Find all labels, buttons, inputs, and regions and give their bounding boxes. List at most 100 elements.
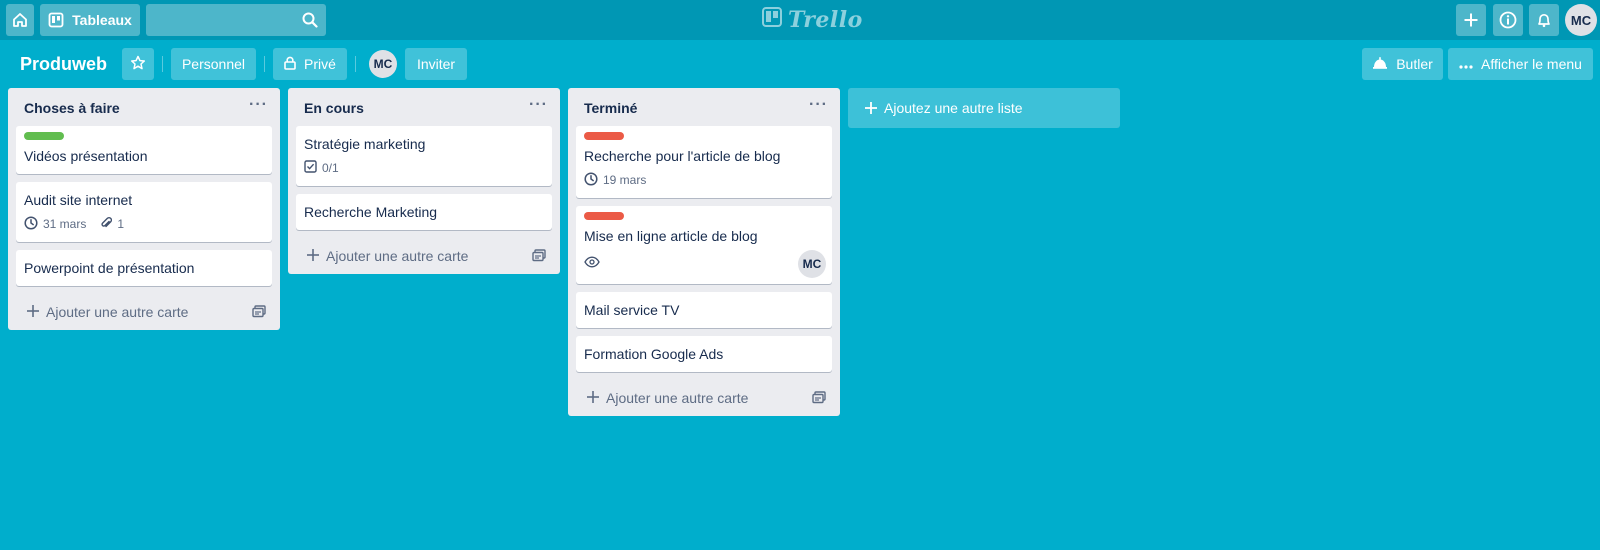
list-en-cours: En cours ··· Stratégie marketing 0/1 Rec… xyxy=(288,88,560,274)
card-strategie-marketing[interactable]: Stratégie marketing 0/1 xyxy=(296,126,552,186)
due-date-badge[interactable]: 31 mars xyxy=(24,215,87,233)
star-icon xyxy=(130,55,146,74)
butler-button[interactable]: Butler xyxy=(1362,48,1443,80)
home-icon xyxy=(12,12,28,28)
due-date-badge[interactable]: 19 mars xyxy=(584,171,647,189)
list-menu-icon[interactable]: ··· xyxy=(249,96,268,114)
card-powerpoint[interactable]: Powerpoint de présentation xyxy=(16,250,272,286)
search-input[interactable] xyxy=(146,4,326,36)
search-box[interactable] xyxy=(146,4,326,36)
list-choses-a-faire: Choses à faire ··· Vidéos présentation A… xyxy=(8,88,280,330)
add-card-label: Ajouter une autre carte xyxy=(46,304,189,320)
more-icon xyxy=(1459,56,1473,72)
board-member-avatar[interactable]: MC xyxy=(369,50,397,78)
visibility-label: Privé xyxy=(304,56,336,72)
card-title: Vidéos présentation xyxy=(24,148,148,164)
star-button[interactable] xyxy=(122,48,154,80)
card-title: Stratégie marketing xyxy=(304,136,426,152)
card-label-green[interactable] xyxy=(24,132,64,140)
bell-icon xyxy=(1536,12,1552,28)
eye-icon xyxy=(584,256,600,271)
card-title: Mail service TV xyxy=(584,302,680,318)
list-header[interactable]: Terminé ··· xyxy=(568,88,840,126)
add-card-label: Ajouter une autre carte xyxy=(326,248,469,264)
butler-label: Butler xyxy=(1396,56,1433,72)
card-template-icon[interactable] xyxy=(812,391,826,407)
add-list-button[interactable]: Ajoutez une autre liste xyxy=(848,88,1120,128)
create-button[interactable] xyxy=(1456,4,1486,36)
card-recherche-article-blog[interactable]: Recherche pour l'article de blog 19 mars xyxy=(576,126,832,198)
card-label-red[interactable] xyxy=(584,212,624,220)
card-template-icon[interactable] xyxy=(252,305,266,321)
card-title: Audit site internet xyxy=(24,192,133,208)
card-title: Powerpoint de présentation xyxy=(24,260,195,276)
list-title[interactable]: Terminé xyxy=(584,100,637,116)
plus-icon xyxy=(1463,12,1479,28)
watching-badge xyxy=(584,256,600,271)
plus-icon xyxy=(586,390,600,407)
show-menu-button[interactable]: Afficher le menu xyxy=(1448,48,1593,80)
card-title: Formation Google Ads xyxy=(584,346,724,362)
checklist-count: 0/1 xyxy=(322,161,339,175)
show-menu-label: Afficher le menu xyxy=(1481,56,1582,72)
search-icon xyxy=(302,12,318,31)
board-title[interactable]: Produweb xyxy=(20,52,107,76)
top-header: Tableaux Trello MC xyxy=(0,0,1600,40)
list-menu-icon[interactable]: ··· xyxy=(809,96,828,114)
due-date: 31 mars xyxy=(43,217,87,231)
checkbox-icon xyxy=(304,160,317,176)
trello-logo-icon xyxy=(762,7,782,33)
list-title[interactable]: Choses à faire xyxy=(24,100,120,116)
card-mise-en-ligne-article[interactable]: Mise en ligne article de blog MC xyxy=(576,206,832,284)
checklist-badge: 0/1 xyxy=(304,160,339,176)
card-formation-google-ads[interactable]: Formation Google Ads xyxy=(576,336,832,372)
card-title: Recherche pour l'article de blog xyxy=(584,148,781,164)
card-title: Mise en ligne article de blog xyxy=(584,228,758,244)
header-divider xyxy=(264,56,265,72)
visibility-button[interactable]: Privé xyxy=(273,48,347,80)
info-button[interactable] xyxy=(1493,4,1523,36)
card-audit-site-internet[interactable]: Audit site internet 31 mars 1 xyxy=(16,182,272,242)
butler-icon xyxy=(1372,56,1388,73)
add-list-label: Ajoutez une autre liste xyxy=(884,100,1023,116)
list-termine: Terminé ··· Recherche pour l'article de … xyxy=(568,88,840,416)
user-avatar[interactable]: MC xyxy=(1565,4,1597,36)
card-template-icon[interactable] xyxy=(532,249,546,265)
home-button[interactable] xyxy=(6,4,34,36)
clock-icon xyxy=(24,215,38,233)
team-button[interactable]: Personnel xyxy=(171,48,256,80)
clock-icon xyxy=(584,171,598,189)
add-card-label: Ajouter une autre carte xyxy=(606,390,749,406)
card-mail-service-tv[interactable]: Mail service TV xyxy=(576,292,832,328)
boards-button[interactable]: Tableaux xyxy=(40,4,140,36)
plus-icon xyxy=(306,248,320,265)
card-recherche-marketing[interactable]: Recherche Marketing xyxy=(296,194,552,230)
card-title: Recherche Marketing xyxy=(304,204,438,220)
boards-label: Tableaux xyxy=(72,12,132,28)
add-card-button[interactable]: Ajouter une autre carte xyxy=(288,238,560,274)
notifications-button[interactable] xyxy=(1529,4,1559,36)
info-icon xyxy=(1499,11,1517,29)
plus-icon xyxy=(864,101,878,118)
list-header[interactable]: En cours ··· xyxy=(288,88,560,126)
add-card-button[interactable]: Ajouter une autre carte xyxy=(568,380,840,416)
add-card-button[interactable]: Ajouter une autre carte xyxy=(8,294,280,330)
plus-icon xyxy=(26,304,40,321)
attachments-count: 1 xyxy=(117,217,125,231)
list-header[interactable]: Choses à faire ··· xyxy=(8,88,280,126)
trello-logo-text: Trello xyxy=(788,7,863,33)
boards-icon xyxy=(48,12,64,28)
header-divider xyxy=(355,56,356,72)
paperclip-icon xyxy=(100,216,113,233)
card-videos-presentation[interactable]: Vidéos présentation xyxy=(16,126,272,174)
due-date: 19 mars xyxy=(603,173,647,187)
header-divider xyxy=(162,56,163,72)
trello-logo[interactable]: Trello xyxy=(762,7,863,33)
list-menu-icon[interactable]: ··· xyxy=(529,96,548,114)
list-title[interactable]: En cours xyxy=(304,100,364,116)
lock-icon xyxy=(284,56,296,73)
attachments-badge: 1 xyxy=(100,216,124,233)
card-label-red[interactable] xyxy=(584,132,624,140)
invite-button[interactable]: Inviter xyxy=(405,48,467,80)
card-member-avatar[interactable]: MC xyxy=(798,250,826,278)
